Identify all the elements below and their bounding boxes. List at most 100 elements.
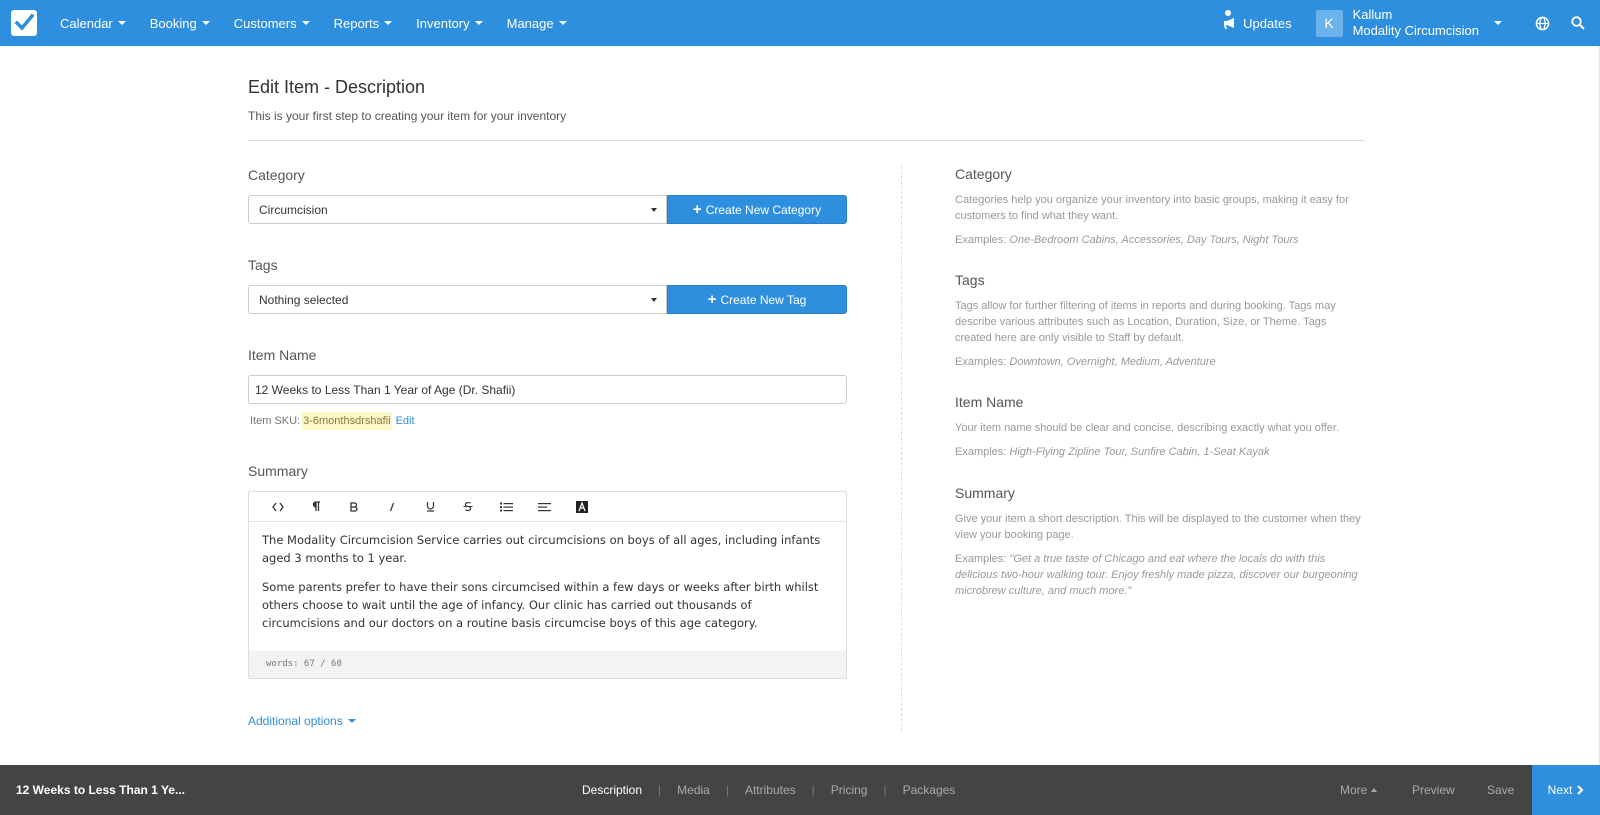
updates-button[interactable]: Updates [1223,9,1292,31]
bullet-list-icon[interactable] [487,492,525,522]
help-tags-examples: Examples: Downtown, Overnight, Medium, A… [955,354,1365,370]
more-label: More [1340,783,1368,797]
word-count: words: 67 / 60 [249,651,846,678]
chevron-down-icon [558,21,567,25]
create-new-tag-button[interactable]: + Create New Tag [667,285,847,314]
create-new-category-button[interactable]: + Create New Category [667,195,847,224]
tab-description[interactable]: Description [582,783,642,797]
nav-calendar[interactable]: Calendar [48,0,138,46]
additional-options-label: Additional options [248,714,343,728]
nav-reports-label: Reports [333,15,380,31]
category-select[interactable]: Circumcision [248,195,667,224]
nav-calendar-label: Calendar [60,15,113,31]
nav-booking-label: Booking [149,15,197,31]
create-new-tag-label: Create New Tag [720,292,807,307]
item-sku-label: Item SKU: [250,415,301,427]
next-label: Next [1547,783,1573,797]
tags-label: Tags [248,257,278,273]
chevron-right-icon [1577,785,1584,795]
help-item-name-examples: Examples: High-Flying Zipline Tour, Sunf… [955,444,1365,460]
tab-media[interactable]: Media [677,783,710,797]
search-icon[interactable] [1560,0,1596,46]
help-tags-desc: Tags allow for further filtering of item… [955,300,1336,344]
help-summary-title: Summary [955,485,1015,501]
chevron-down-icon [117,21,126,25]
category-selected-value: Circumcision [259,203,328,217]
help-item-name-desc: Your item name should be clear and conci… [955,422,1340,434]
tab-separator: | [725,783,729,797]
notification-dot-icon [1225,9,1232,16]
tab-pricing[interactable]: Pricing [831,783,868,797]
examples-text: One-Bedroom Cabins, Accessories, Day Tou… [1009,234,1299,246]
chevron-down-icon [201,21,210,25]
page-subtitle: This is your first step to creating your… [248,109,567,123]
nav-customers[interactable]: Customers [222,0,322,46]
item-name-label: Item Name [248,347,317,363]
step-tabs: Description | Media | Attributes | Prici… [582,765,955,815]
nav-inventory-label: Inventory [416,15,470,31]
examples-text: "Get a true taste of Chicago and eat whe… [955,553,1358,597]
nav-manage[interactable]: Manage [495,0,579,46]
item-sku-row: Item SKU: 3-6monthsdrshafii Edit [250,412,415,430]
tab-attributes[interactable]: Attributes [745,783,796,797]
avatar[interactable]: K [1315,9,1343,37]
nav-booking[interactable]: Booking [138,0,222,46]
examples-text: Downtown, Overnight, Medium, Adventure [1009,356,1216,368]
category-label: Category [248,167,305,183]
next-button[interactable]: Next [1532,765,1600,815]
nav-manage-label: Manage [506,15,554,31]
updates-label: Updates [1243,15,1292,31]
nav-reports[interactable]: Reports [322,0,405,46]
nav-right-group: Updates K Kallum Modality Circumcision [1223,0,1600,46]
help-category-title: Category [955,166,1012,182]
more-menu-button[interactable]: More [1340,765,1378,815]
underline-icon[interactable] [411,492,449,522]
chevron-down-icon[interactable] [1494,21,1502,25]
summary-editor-body[interactable]: The Modality Circumcision Service carrie… [249,522,846,652]
tags-select[interactable]: Nothing selected [248,285,667,314]
user-name: Kallum [1352,7,1393,22]
help-category-examples: Examples: One-Bedroom Cabins, Accessorie… [955,232,1365,248]
editor-toolbar [249,492,846,522]
preview-button[interactable]: Preview [1412,765,1455,815]
nav-inventory[interactable]: Inventory [404,0,494,46]
avatar-initial: K [1324,15,1334,31]
item-sku-edit-link[interactable]: Edit [396,415,415,427]
strikethrough-icon[interactable] [449,492,487,522]
font-color-icon[interactable] [563,492,601,522]
tab-separator: | [658,783,662,797]
plus-icon: + [692,201,702,218]
chevron-down-icon [651,298,657,302]
align-icon[interactable] [525,492,563,522]
megaphone-icon [1224,17,1235,29]
chevron-down-icon [474,21,483,25]
chevron-down-icon [651,208,657,212]
user-company: Modality Circumcision [1352,23,1479,38]
examples-text: High-Flying Zipline Tour, Sunfire Cabin,… [1009,446,1270,458]
summary-paragraph: Some parents prefer to have their sons c… [262,580,819,630]
user-menu[interactable]: Kallum Modality Circumcision [1353,7,1479,39]
create-new-category-label: Create New Category [705,202,822,217]
paragraph-icon[interactable] [297,492,335,522]
examples-label: Examples: [955,234,1010,246]
italic-icon[interactable] [373,492,411,522]
tags-selected-value: Nothing selected [259,293,349,307]
footer-item-title: 12 Weeks to Less Than 1 Ye... [16,783,185,797]
chevron-down-icon [301,21,310,25]
bold-icon[interactable] [335,492,373,522]
help-item-name-title: Item Name [955,394,1024,410]
help-summary-desc: Give your item a short description. This… [955,513,1361,541]
item-name-input[interactable]: 12 Weeks to Less Than 1 Year of Age (Dr.… [248,375,847,404]
globe-icon[interactable] [1524,0,1560,46]
tab-packages[interactable]: Packages [903,783,956,797]
app-logo-checkmark-icon[interactable] [11,10,37,36]
save-button[interactable]: Save [1487,765,1514,815]
help-tags-title: Tags [955,272,985,288]
nav-customers-label: Customers [233,15,297,31]
help-summary: Summary Give your item a short descripti… [955,485,1365,599]
help-summary-examples: Examples: "Get a true taste of Chicago a… [955,551,1365,599]
column-divider [901,166,902,731]
code-view-icon[interactable] [259,492,297,522]
help-tags: Tags Tags allow for further filtering of… [955,272,1365,370]
additional-options-toggle[interactable]: Additional options [248,714,356,728]
